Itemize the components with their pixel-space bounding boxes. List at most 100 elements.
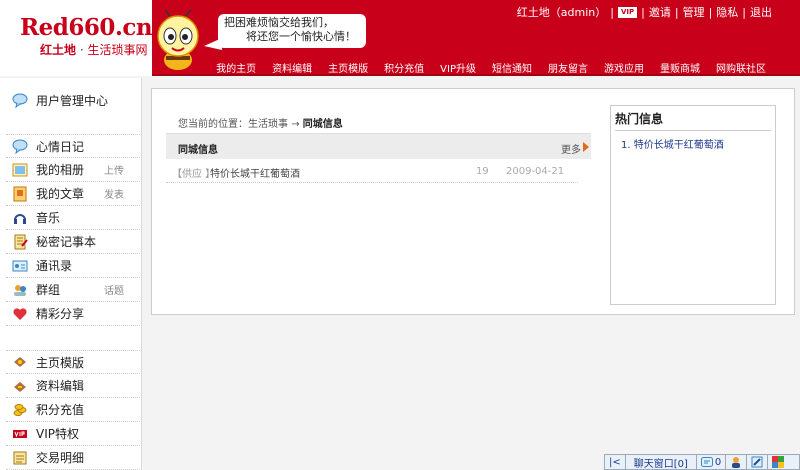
separator: | bbox=[641, 5, 645, 19]
nav-item-guestbook[interactable]: 朋友留言 bbox=[540, 60, 596, 75]
sidebar-item-recharge[interactable]: 积分充值 bbox=[6, 398, 140, 422]
sidebar-item-articles[interactable]: 我的文章 发表 bbox=[6, 182, 140, 206]
hot-info-item[interactable]: 1. 特价长城干红葡萄酒 bbox=[621, 136, 724, 151]
sidebar-item-label: 精彩分享 bbox=[36, 307, 85, 321]
logout-link[interactable]: 退出 bbox=[750, 4, 772, 20]
sidebar-item-label: 我的相册 bbox=[36, 163, 85, 177]
logo[interactable]: Red660.cn 红土地 · 生活琐事网 bbox=[0, 0, 153, 76]
sidebar-item-profile-edit[interactable]: 资料编辑 bbox=[6, 374, 140, 398]
coins-icon bbox=[13, 403, 27, 416]
sidebar-item-transactions[interactable]: 交易明细 bbox=[6, 446, 140, 470]
separator: | bbox=[708, 5, 713, 19]
nav-item-home[interactable]: 我的主页 bbox=[208, 60, 264, 75]
user-status-button[interactable] bbox=[726, 455, 748, 469]
list-item-title[interactable]: 特价长城干红葡萄酒 bbox=[210, 165, 300, 180]
slogan-line-1: 把困难烦恼交给我们， bbox=[224, 16, 334, 29]
slogan-bubble: 把困难烦恼交给我们， 将还您一个愉快心情！ bbox=[218, 14, 366, 48]
logo-tagline: 红土地 · 生活琐事网 bbox=[40, 41, 148, 58]
group-icon bbox=[14, 284, 26, 296]
chat-window-button[interactable]: 聊天窗口[0] bbox=[626, 455, 697, 470]
ledger-icon bbox=[13, 451, 27, 464]
sidebar: 用户管理中心 心情日记 我的相册 上传 我的文章 发表 音乐 秘密记事本 通讯录… bbox=[0, 78, 142, 470]
sidebar-item-user-center[interactable]: 用户管理中心 bbox=[6, 88, 140, 112]
site-header: Red660.cn 红土地 · 生活琐事网 把困难烦恼交给我们， 将还您一个愉快… bbox=[0, 0, 800, 76]
list-item[interactable]: 【供应 】 特价长城干红葡萄酒 19 2009-04-21 bbox=[166, 161, 578, 183]
logo-text: Red660.cn bbox=[20, 14, 153, 41]
publish-link[interactable]: 发表 bbox=[104, 186, 124, 201]
content-panel: 您当前的位置：生活琐事 → 同城信息 同城信息 更多 【供应 】 特价长城干红葡… bbox=[151, 88, 795, 315]
bee-mascot-icon bbox=[157, 6, 199, 70]
more-link[interactable]: 更多 bbox=[561, 141, 581, 156]
list-item-category: 【供应 】 bbox=[172, 169, 216, 180]
list-title: 同城信息 bbox=[178, 145, 218, 156]
edit-icon bbox=[14, 381, 26, 392]
message-count: 0 bbox=[714, 456, 722, 468]
logo-brand: 红土地 bbox=[40, 43, 77, 57]
headphones-icon bbox=[14, 213, 26, 224]
sidebar-item-music[interactable]: 音乐 bbox=[6, 206, 140, 230]
sidebar-item-label: 秘密记事本 bbox=[36, 235, 97, 249]
separator: | bbox=[742, 5, 746, 19]
photo-icon bbox=[12, 163, 28, 176]
collapse-button[interactable]: |< bbox=[605, 455, 626, 469]
sidebar-item-label: 群组 bbox=[36, 283, 61, 297]
vip-icon bbox=[13, 429, 27, 438]
sidebar-item-label: VIP特权 bbox=[36, 427, 79, 441]
chat-bubble-icon bbox=[12, 139, 28, 154]
app-icon bbox=[772, 456, 785, 468]
sidebar-item-diary[interactable]: 心情日记 bbox=[6, 134, 140, 158]
sidebar-item-label: 心情日记 bbox=[36, 139, 85, 154]
user-link[interactable]: 红土地（admin） bbox=[517, 4, 606, 20]
nav-item-vip-upgrade[interactable]: VIP升级 bbox=[432, 60, 484, 75]
nav-item-games[interactable]: 游戏应用 bbox=[596, 60, 652, 75]
notebook-icon bbox=[14, 234, 28, 249]
sidebar-item-label: 资料编辑 bbox=[36, 379, 85, 393]
sidebar-item-label: 通讯录 bbox=[36, 259, 73, 273]
divider bbox=[615, 130, 771, 131]
list-item-date: 2009-04-21 bbox=[506, 166, 565, 177]
heart-icon bbox=[13, 307, 27, 320]
nav-item-sms[interactable]: 短信通知 bbox=[484, 60, 540, 75]
separator: | bbox=[610, 5, 614, 19]
sidebar-item-contacts[interactable]: 通讯录 bbox=[6, 254, 140, 278]
sidebar-item-label: 主页模版 bbox=[36, 355, 85, 370]
sidebar-item-label: 用户管理中心 bbox=[36, 93, 109, 108]
nav-item-recharge[interactable]: 积分充值 bbox=[376, 60, 432, 75]
settings-button[interactable] bbox=[747, 455, 769, 469]
vip-badge-icon[interactable]: VIP bbox=[617, 6, 638, 18]
sidebar-item-label: 积分充值 bbox=[36, 403, 85, 417]
app-button[interactable] bbox=[768, 455, 788, 469]
nav-item-community[interactable]: 网购联社区 bbox=[708, 60, 774, 75]
sidebar-item-label: 交易明细 bbox=[36, 451, 85, 465]
settings-icon bbox=[751, 456, 763, 468]
list-item-count: 19 bbox=[476, 166, 489, 177]
sidebar-item-album[interactable]: 我的相册 上传 bbox=[6, 158, 140, 182]
user-icon bbox=[732, 457, 741, 468]
document-icon bbox=[13, 186, 27, 201]
sidebar-item-vip[interactable]: VIP特权 bbox=[6, 422, 140, 446]
sidebar-item-templates[interactable]: 主页模版 bbox=[6, 350, 140, 374]
invite-link[interactable]: 邀请 bbox=[649, 4, 671, 20]
breadcrumb-current: 同城信息 bbox=[302, 119, 343, 130]
breadcrumb-arrow: → bbox=[291, 119, 300, 130]
sidebar-item-notebook[interactable]: 秘密记事本 bbox=[6, 230, 140, 254]
nav-item-mall[interactable]: 量贩商城 bbox=[652, 60, 708, 75]
breadcrumb-prefix[interactable]: 您当前的位置：生活琐事 bbox=[178, 119, 288, 130]
list-header: 同城信息 更多 bbox=[166, 133, 591, 159]
nav-item-profile-edit[interactable]: 资料编辑 bbox=[264, 60, 320, 75]
chat-bar: |< 聊天窗口[0] 0 bbox=[604, 454, 800, 470]
main-nav: 我的主页 资料编辑 主页模版 积分充值 VIP升级 短信通知 朋友留言 游戏应用… bbox=[208, 60, 774, 75]
more-arrow-icon[interactable] bbox=[583, 142, 589, 152]
slogan-line-2: 将还您一个愉快心情！ bbox=[246, 30, 356, 43]
contact-card-icon bbox=[12, 260, 28, 271]
nav-item-templates[interactable]: 主页模版 bbox=[320, 60, 376, 75]
message-counter[interactable]: 0 bbox=[697, 455, 727, 469]
hot-info-title: 热门信息 bbox=[615, 112, 664, 126]
upload-link[interactable]: 上传 bbox=[104, 162, 124, 177]
manage-link[interactable]: 管理 bbox=[683, 4, 705, 20]
sidebar-item-groups[interactable]: 群组 话题 bbox=[6, 278, 140, 302]
topics-link[interactable]: 话题 bbox=[104, 282, 124, 297]
privacy-link[interactable]: 隐私 bbox=[716, 4, 738, 20]
separator: | bbox=[674, 5, 679, 19]
sidebar-item-share[interactable]: 精彩分享 bbox=[6, 302, 140, 326]
